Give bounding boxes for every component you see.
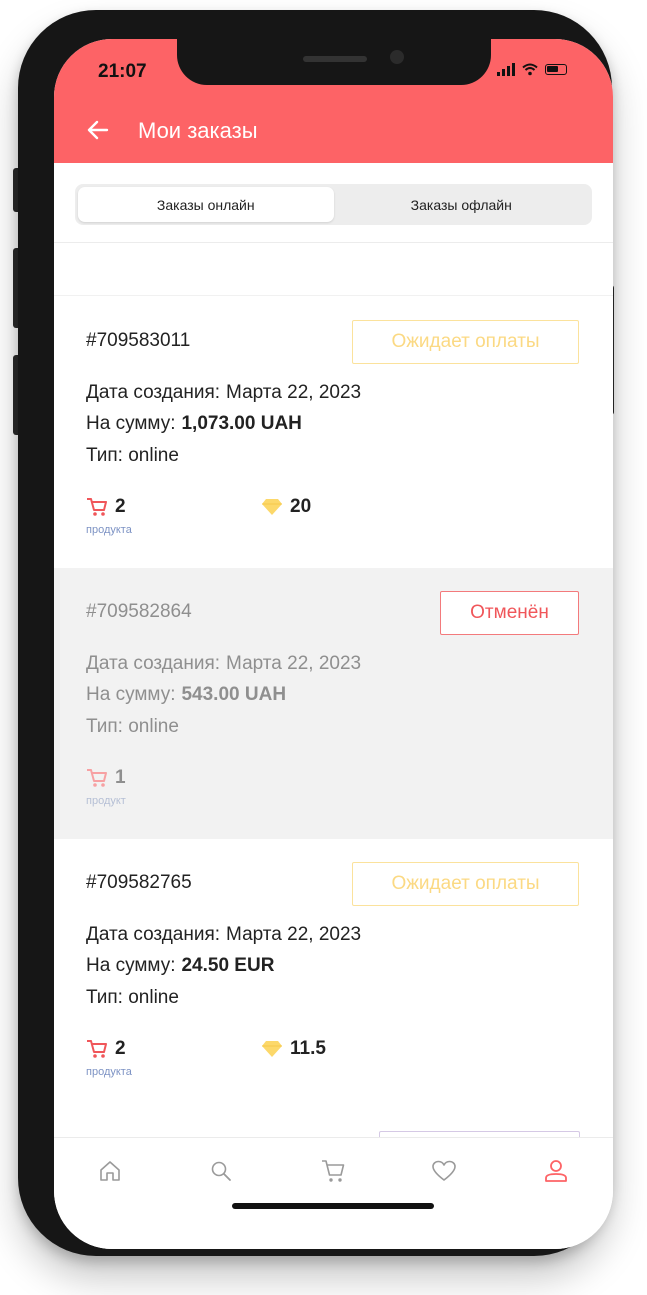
- bonus-value: 20: [290, 496, 312, 517]
- search-icon: [211, 1161, 231, 1181]
- created-date-value: Марта 22, 2023: [226, 653, 362, 674]
- products-count-value: 2: [115, 1038, 126, 1059]
- sum-label: На сумму:: [86, 684, 176, 705]
- products-label: продукт: [86, 795, 126, 807]
- sum-row: На сумму: 24.50 EUR: [86, 955, 274, 977]
- sum-value: 543.00 UAH: [181, 684, 287, 705]
- bonus-points: 11.5: [261, 1038, 326, 1060]
- battery-icon: [545, 64, 567, 75]
- wifi-icon: [522, 63, 538, 76]
- cart-icon: [87, 498, 107, 516]
- screen: 21:07 Мои заказы Заказы онлайн Заказы оф…: [54, 39, 613, 1249]
- spacer: [54, 244, 613, 296]
- sum-label: На сумму:: [86, 955, 176, 976]
- nav-search[interactable]: [201, 1154, 241, 1188]
- products-count: 1: [86, 767, 126, 789]
- segmented-control: Заказы онлайн Заказы офлайн: [75, 184, 592, 225]
- created-date-label: Дата создания:: [86, 653, 221, 674]
- page-title: Мои заказы: [138, 118, 258, 143]
- bonus-points: 20: [261, 496, 311, 518]
- order-type: Тип: online: [86, 445, 179, 466]
- back-arrow-icon[interactable]: [85, 117, 111, 143]
- tab-offline-orders[interactable]: Заказы офлайн: [334, 187, 590, 222]
- diamond-icon: [262, 1041, 282, 1057]
- created-date-row: Дата создания: Марта 22, 2023: [86, 382, 361, 404]
- bonus-value: 11.5: [290, 1038, 326, 1059]
- sum-row: На сумму: 1,073.00 UAH: [86, 413, 302, 435]
- products-label: продукта: [86, 1066, 132, 1078]
- heart-icon: [432, 1160, 456, 1181]
- cart-icon: [87, 769, 107, 787]
- order-card[interactable]: #709583011 Ожидает оплаты Дата создания:…: [54, 297, 613, 568]
- nav-profile[interactable]: [536, 1154, 576, 1188]
- tab-online-orders[interactable]: Заказы онлайн: [78, 187, 334, 222]
- phone-frame: 21:07 Мои заказы Заказы онлайн Заказы оф…: [18, 10, 613, 1256]
- diamond-icon: [262, 499, 282, 515]
- status-badge: Отменён: [440, 591, 579, 635]
- products-label: продукта: [86, 524, 132, 536]
- order-number: #709583011: [86, 330, 191, 351]
- created-date-row: Дата создания: Марта 22, 2023: [86, 653, 361, 675]
- products-count: 2: [86, 496, 126, 518]
- cart-icon: [87, 1040, 107, 1058]
- created-date-value: Марта 22, 2023: [226, 924, 362, 945]
- sum-value: 1,073.00 UAH: [181, 413, 302, 434]
- home-indicator: [232, 1203, 434, 1209]
- signal-icon: [497, 63, 515, 76]
- status-time: 21:07: [98, 61, 147, 82]
- order-card[interactable]: #709582864 Отменён Дата создания: Марта 2…: [54, 568, 613, 839]
- order-type: Тип: online: [86, 716, 179, 737]
- created-date-row: Дата создания: Марта 22, 2023: [86, 924, 361, 946]
- nav-home[interactable]: [90, 1154, 130, 1188]
- order-number: #709582765: [86, 872, 192, 893]
- sum-row: На сумму: 543.00 UAH: [86, 684, 286, 706]
- created-date-label: Дата создания:: [86, 924, 221, 945]
- nav-cart[interactable]: [313, 1154, 353, 1188]
- order-card[interactable]: #709582765 Ожидает оплаты Дата создания:…: [54, 839, 613, 1110]
- profile-icon: [545, 1160, 567, 1182]
- nav-favorites[interactable]: [424, 1154, 464, 1188]
- created-date-value: Марта 22, 2023: [226, 382, 362, 403]
- order-type: Тип: online: [86, 987, 179, 1008]
- products-count-value: 1: [115, 767, 126, 788]
- cart-icon: [322, 1160, 345, 1182]
- status-badge: Ожидает оплаты: [352, 862, 579, 906]
- products-count: 2: [86, 1038, 126, 1060]
- sum-value: 24.50 EUR: [181, 955, 275, 976]
- status-icons: [497, 63, 567, 76]
- sum-label: На сумму:: [86, 413, 176, 434]
- order-number: #709582864: [86, 601, 192, 622]
- products-count-value: 2: [115, 496, 126, 517]
- tabs-bar: Заказы онлайн Заказы офлайн: [54, 163, 613, 243]
- bottom-nav: [54, 1137, 613, 1249]
- created-date-label: Дата создания:: [86, 382, 221, 403]
- notch: [177, 39, 491, 85]
- home-icon: [100, 1161, 120, 1181]
- status-badge: Ожидает оплаты: [352, 320, 579, 364]
